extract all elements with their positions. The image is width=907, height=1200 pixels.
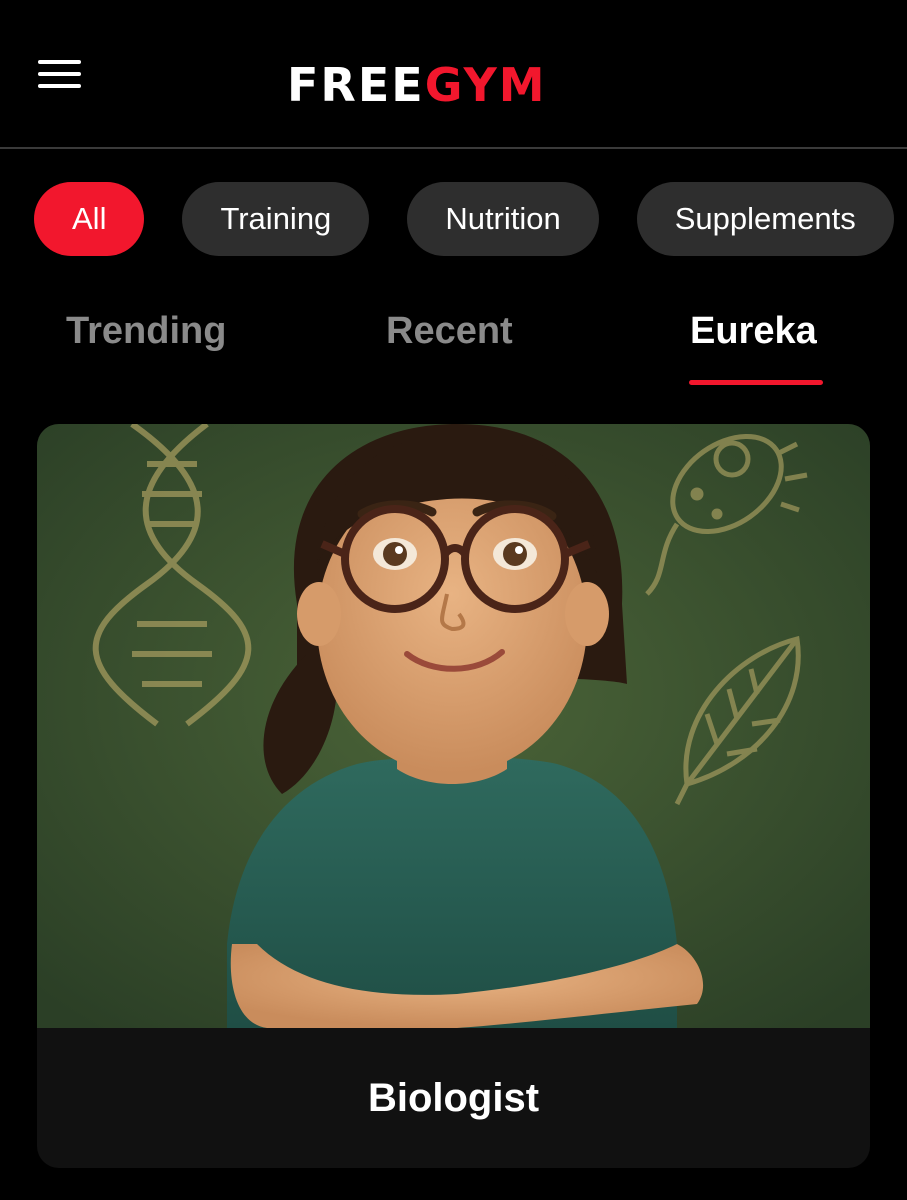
ear-left <box>297 582 341 646</box>
logo-text-free: FREE <box>287 58 425 112</box>
tab-trending[interactable]: Trending <box>66 310 226 353</box>
card-illustration <box>37 424 870 1028</box>
freegym-logo[interactable]: FREEGYM <box>287 60 620 110</box>
top-header: FREEGYM <box>0 0 907 149</box>
article-card[interactable]: Biologist <box>37 424 870 1168</box>
app-screen: FREEGYM All Training Nutrition Supplemen… <box>0 0 907 1200</box>
ear-right <box>565 582 609 646</box>
tab-recent[interactable]: Recent <box>386 310 513 353</box>
chip-all[interactable]: All <box>34 182 145 256</box>
logo-text-gym: GYM <box>424 58 547 112</box>
tab-eureka[interactable]: Eureka <box>690 310 817 353</box>
card-title: Biologist <box>367 1076 540 1120</box>
hamburger-menu-icon[interactable] <box>38 58 82 92</box>
chip-training[interactable]: Training <box>182 182 370 256</box>
chip-supplements[interactable]: Supplements <box>636 182 894 256</box>
active-tab-indicator <box>689 380 823 385</box>
content-tabs: Trending Recent Eureka <box>0 300 907 388</box>
chip-nutrition[interactable]: Nutrition <box>407 182 599 256</box>
category-chips: All Training Nutrition Supplements <box>34 182 894 256</box>
